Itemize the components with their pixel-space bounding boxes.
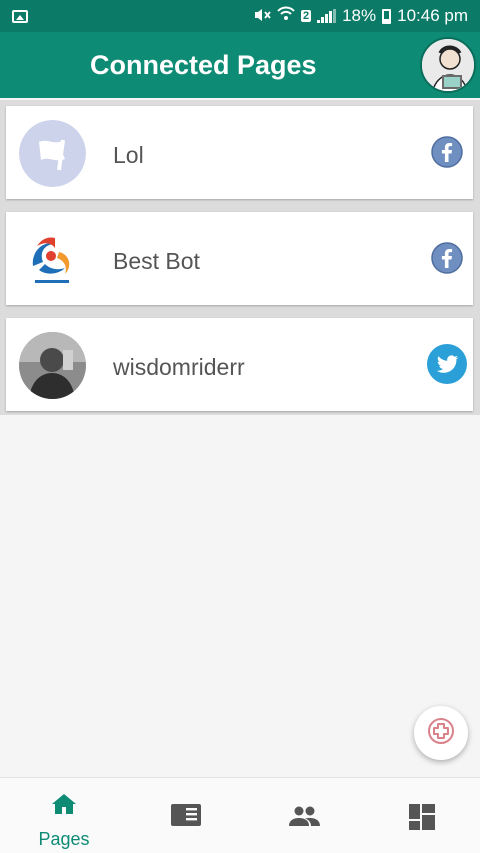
people-icon	[288, 806, 320, 831]
battery-percent: 18%	[342, 6, 377, 25]
wifi-icon	[277, 6, 295, 26]
flag-avatar-icon	[19, 120, 86, 187]
list-item[interactable]: Best Bot	[6, 212, 473, 305]
list-item[interactable]: wisdomriderr	[6, 318, 473, 411]
status-bar: 2 18% 10:46 pm	[0, 0, 480, 32]
best-bot-logo	[19, 226, 86, 293]
nav-label: Pages	[38, 829, 90, 849]
signal-icon	[317, 9, 337, 23]
nav-item-people[interactable]	[254, 792, 354, 848]
bottom-nav: Pages	[0, 777, 480, 853]
add-page-button[interactable]	[414, 706, 468, 760]
user-photo	[19, 332, 86, 399]
nav-item-feed[interactable]	[136, 792, 236, 848]
dashboard-icon	[409, 804, 435, 835]
facebook-icon	[431, 242, 463, 274]
mute-icon	[253, 7, 271, 26]
battery-icon	[382, 8, 392, 24]
sim-badge: 2	[300, 10, 312, 22]
list-item[interactable]: Lol	[6, 106, 473, 199]
profile-avatar[interactable]	[420, 37, 476, 93]
facebook-icon	[431, 136, 463, 168]
page-name: wisdomriderr	[113, 354, 245, 380]
page-name: Lol	[113, 142, 144, 168]
nav-item-pages[interactable]: Pages	[14, 792, 114, 849]
newspaper-icon	[171, 804, 201, 831]
add-icon	[426, 716, 456, 751]
clock-time: 10:46 pm	[397, 6, 468, 25]
page-title: Connected Pages	[90, 50, 317, 80]
twitter-icon	[427, 344, 467, 384]
connected-pages-list: Lol Best Bot wisdomriderr	[0, 100, 480, 415]
image-icon	[12, 9, 28, 23]
nav-item-dashboard[interactable]	[372, 792, 472, 848]
home-icon	[51, 792, 77, 821]
app-bar: Connected Pages	[0, 32, 480, 98]
page-name: Best Bot	[113, 248, 200, 274]
